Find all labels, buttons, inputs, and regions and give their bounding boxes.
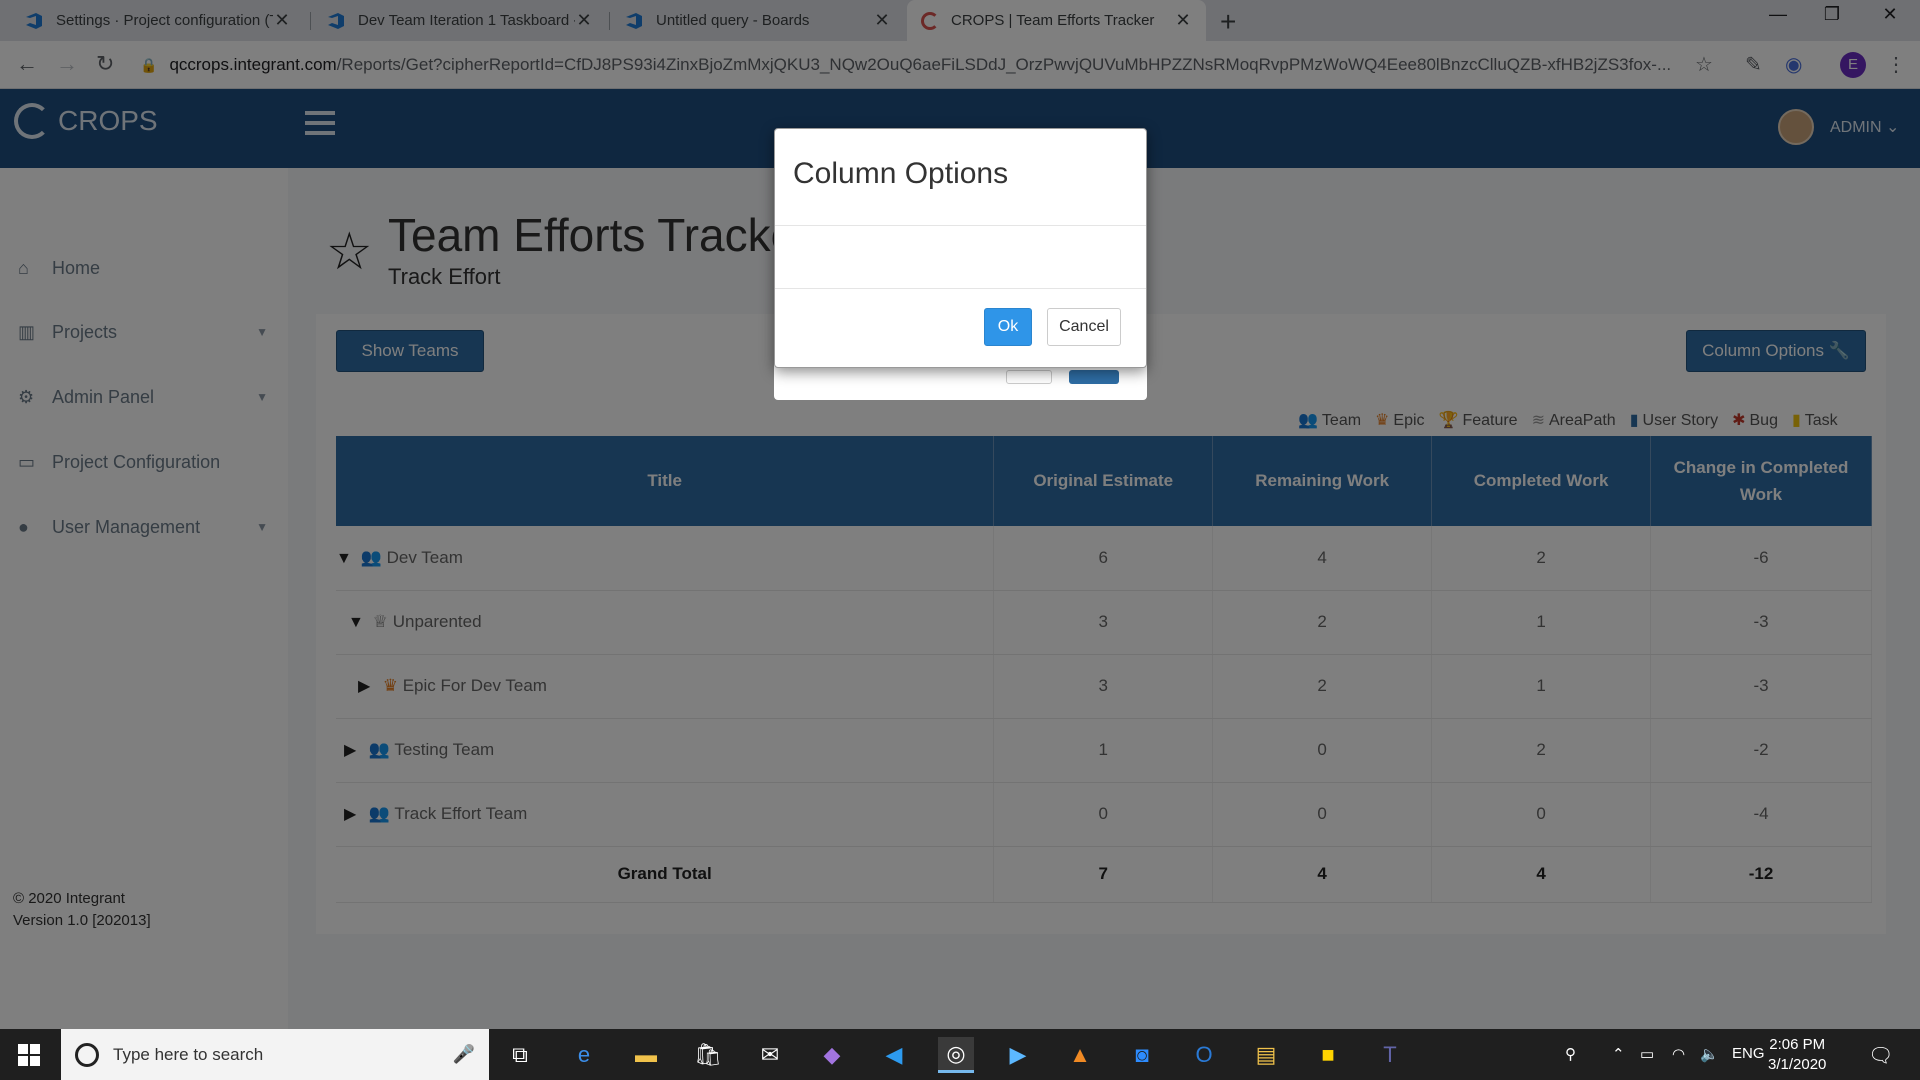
- windows-start-icon[interactable]: [18, 1044, 40, 1066]
- clock[interactable]: 2:06 PM 3/1/2020: [1768, 1035, 1826, 1075]
- hidden-button: [1006, 370, 1052, 384]
- modal-title: Column Options: [775, 129, 1146, 226]
- vlc-icon[interactable]: ▲: [1062, 1037, 1098, 1073]
- tray-chevron-icon[interactable]: ⌃: [1612, 1045, 1625, 1063]
- cancel-button[interactable]: Cancel: [1047, 308, 1121, 346]
- task-view-icon[interactable]: ⧉: [502, 1037, 538, 1073]
- file-explorer-icon[interactable]: ▬: [628, 1037, 664, 1073]
- outlook-icon[interactable]: O: [1186, 1037, 1222, 1073]
- ok-button[interactable]: Ok: [984, 308, 1032, 346]
- zoom-icon[interactable]: ◙: [1124, 1037, 1160, 1073]
- microphone-icon[interactable]: 🎤: [453, 1044, 475, 1065]
- store-icon[interactable]: 🛍: [690, 1037, 726, 1073]
- modal-footer: Ok Cancel: [775, 289, 1146, 367]
- search-placeholder: Type here to search: [113, 1044, 264, 1064]
- teams-icon[interactable]: T: [1372, 1037, 1408, 1073]
- mail-icon[interactable]: ✉: [752, 1037, 788, 1073]
- column-options-modal: Column Options Ok Cancel: [774, 128, 1147, 368]
- modal-body: [775, 226, 1146, 289]
- taskbar-search-input[interactable]: Type here to search 🎤: [61, 1029, 489, 1080]
- visual-studio-icon[interactable]: ◆: [814, 1037, 850, 1073]
- battery-icon[interactable]: ▭: [1640, 1045, 1654, 1063]
- wifi-icon[interactable]: ◠: [1672, 1045, 1685, 1063]
- edge-icon[interactable]: e: [566, 1037, 602, 1073]
- media-player-icon[interactable]: ▶: [1000, 1037, 1036, 1073]
- vscode-icon[interactable]: ◀: [876, 1037, 912, 1073]
- sticky-notes-icon[interactable]: ■: [1310, 1037, 1346, 1073]
- clock-date: 3/1/2020: [1768, 1056, 1827, 1073]
- volume-icon[interactable]: 🔈: [1700, 1045, 1719, 1063]
- chrome-icon[interactable]: ◎: [938, 1037, 974, 1073]
- hidden-button: [1069, 370, 1119, 384]
- sql-tool-icon[interactable]: ▤: [1248, 1037, 1284, 1073]
- clock-time: 2:06 PM: [1769, 1036, 1826, 1053]
- cortana-icon: [75, 1042, 99, 1067]
- language-indicator[interactable]: ENG: [1732, 1045, 1765, 1062]
- windows-taskbar: Type here to search 🎤 ⧉ e ▬ 🛍 ✉ ◆ ◀ ◎ ▶ …: [0, 1029, 1920, 1080]
- notification-center-icon[interactable]: 🗨: [1868, 1043, 1893, 1068]
- people-icon[interactable]: ⚲: [1565, 1045, 1576, 1063]
